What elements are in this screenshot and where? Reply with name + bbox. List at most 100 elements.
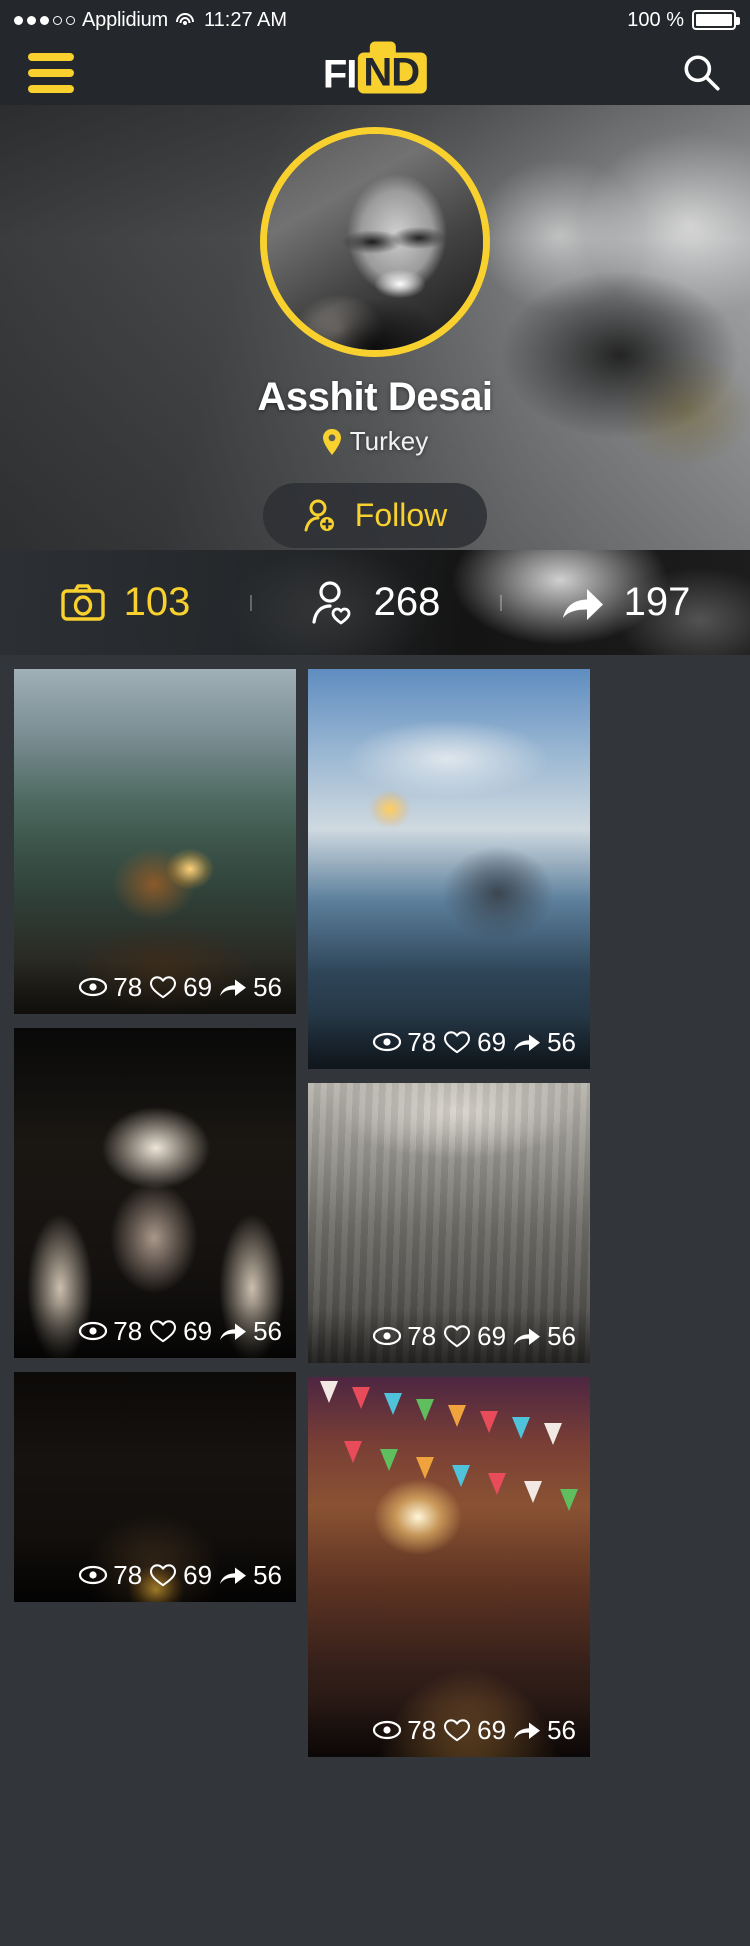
stat-followers[interactable]: 268 <box>250 580 500 626</box>
photo-likes: 69 <box>442 1715 506 1746</box>
photo-shares: 56 <box>218 1316 282 1347</box>
photo-card[interactable]: 78 69 56 <box>308 669 590 1069</box>
photo-shares-value: 56 <box>253 971 282 1002</box>
photo-column-right: 78 69 56 78 69 56 78 69 56 <box>308 669 590 1771</box>
heart-icon <box>150 1564 177 1587</box>
logo-text-badge: ND <box>363 50 420 94</box>
battery-percent: 100 % <box>627 8 684 31</box>
app-header: FI ND <box>0 40 750 105</box>
photo-shares: 56 <box>512 1321 576 1352</box>
photo-stats-overlay: 78 69 56 <box>14 1304 296 1358</box>
logo-camera-badge: ND <box>357 41 428 94</box>
photo-views: 78 <box>78 1316 142 1347</box>
share-arrow-icon <box>514 1034 541 1051</box>
photo-likes-value: 69 <box>183 1559 213 1590</box>
location-pin-icon <box>322 428 341 455</box>
user-heart-icon <box>312 580 351 624</box>
photo-views: 78 <box>78 1560 142 1591</box>
profile-location: Turkey <box>322 426 429 457</box>
photo-views-value: 78 <box>407 1714 437 1745</box>
photo-views: 78 <box>372 1027 436 1058</box>
photo-card[interactable]: 78 69 56 <box>14 1372 296 1602</box>
carrier-name: Applidium <box>82 8 169 31</box>
photo-shares: 56 <box>218 1560 282 1591</box>
photo-views-value: 78 <box>113 971 143 1002</box>
heart-icon <box>150 1320 177 1343</box>
photo-likes: 69 <box>442 1027 506 1058</box>
app-logo: FI ND <box>322 41 428 96</box>
photo-stats-overlay: 78 69 56 <box>308 1703 590 1757</box>
profile-location-label: Turkey <box>349 426 429 456</box>
photo-card[interactable]: 78 69 56 <box>308 1083 590 1363</box>
photo-shares-value: 56 <box>253 1559 282 1590</box>
photo-likes: 69 <box>442 1321 506 1352</box>
eye-icon <box>79 1321 108 1341</box>
photo-stats-overlay: 78 69 56 <box>14 1548 296 1602</box>
stat-photos[interactable]: 103 <box>0 580 250 626</box>
status-bar: Applidium 11:27 AM 100 % <box>0 0 750 40</box>
photo-likes-value: 69 <box>183 1315 213 1346</box>
logo-text-primary: FI <box>322 52 358 96</box>
battery-full-icon <box>692 10 740 30</box>
photo-views-value: 78 <box>407 1026 437 1057</box>
heart-icon <box>150 976 177 999</box>
app-screen: Applidium 11:27 AM 100 % FI ND Asshit De… <box>0 0 750 1946</box>
page-title: Asshit Desai <box>257 375 493 419</box>
photo-likes-value: 69 <box>477 1320 507 1351</box>
eye-icon <box>373 1720 402 1740</box>
photo-stats-overlay: 78 69 56 <box>308 1015 590 1069</box>
photo-card[interactable]: 78 69 56 <box>308 1377 590 1757</box>
eye-icon <box>79 977 108 997</box>
stat-followers-value: 268 <box>373 580 441 624</box>
share-arrow-icon <box>220 979 247 996</box>
photo-stats-overlay: 78 69 56 <box>14 960 296 1014</box>
eye-icon <box>373 1326 402 1346</box>
photo-shares-value: 56 <box>547 1320 576 1351</box>
heart-icon <box>444 1719 471 1742</box>
avatar[interactable] <box>260 127 490 357</box>
stat-shares-value: 197 <box>623 580 691 624</box>
eye-icon <box>79 1565 108 1585</box>
bunting-decoration <box>308 1377 590 1547</box>
photo-grid: 78 69 56 78 69 56 78 69 56 78 69 56 78 6… <box>0 655 750 1798</box>
photo-shares: 56 <box>218 972 282 1003</box>
search-icon[interactable] <box>680 52 722 94</box>
user-plus-icon <box>304 499 334 531</box>
photo-column-left: 78 69 56 78 69 56 78 69 56 <box>14 669 296 1616</box>
stat-photos-value: 103 <box>123 580 191 624</box>
heart-icon <box>444 1325 471 1348</box>
photo-views-value: 78 <box>113 1559 143 1590</box>
share-arrow-icon <box>514 1722 541 1739</box>
photo-likes-value: 69 <box>477 1714 507 1745</box>
stat-shares[interactable]: 197 <box>500 580 750 626</box>
photo-shares: 56 <box>512 1715 576 1746</box>
share-arrow-icon <box>220 1323 247 1340</box>
profile-stats-bar: 103 268 197 <box>0 550 750 655</box>
profile-hero: Asshit Desai Turkey Follow <box>0 105 750 550</box>
photo-card[interactable]: 78 69 56 <box>14 1028 296 1358</box>
photo-stats-overlay: 78 69 56 <box>308 1309 590 1363</box>
hamburger-menu-icon[interactable] <box>28 52 74 93</box>
photo-shares-value: 56 <box>253 1315 282 1346</box>
photo-likes: 69 <box>148 972 212 1003</box>
share-arrow-icon <box>220 1567 247 1584</box>
wifi-icon <box>175 12 195 28</box>
share-arrow-icon <box>514 1328 541 1345</box>
photo-views: 78 <box>372 1321 436 1352</box>
clock-time: 11:27 AM <box>204 8 288 31</box>
photo-card[interactable]: 78 69 56 <box>14 669 296 1014</box>
signal-strength-icon <box>14 15 75 25</box>
follow-button[interactable]: Follow <box>262 483 488 548</box>
photo-views: 78 <box>78 972 142 1003</box>
eye-icon <box>373 1032 402 1052</box>
follow-button-label: Follow <box>354 497 448 533</box>
photo-likes: 69 <box>148 1316 212 1347</box>
heart-icon <box>444 1031 471 1054</box>
share-arrow-icon <box>562 588 603 620</box>
photo-likes-value: 69 <box>477 1026 507 1057</box>
photo-views-value: 78 <box>407 1320 437 1351</box>
photo-views-value: 78 <box>113 1315 143 1346</box>
avatar-image <box>267 134 483 350</box>
photo-shares-value: 56 <box>547 1714 576 1745</box>
photo-shares: 56 <box>512 1027 576 1058</box>
